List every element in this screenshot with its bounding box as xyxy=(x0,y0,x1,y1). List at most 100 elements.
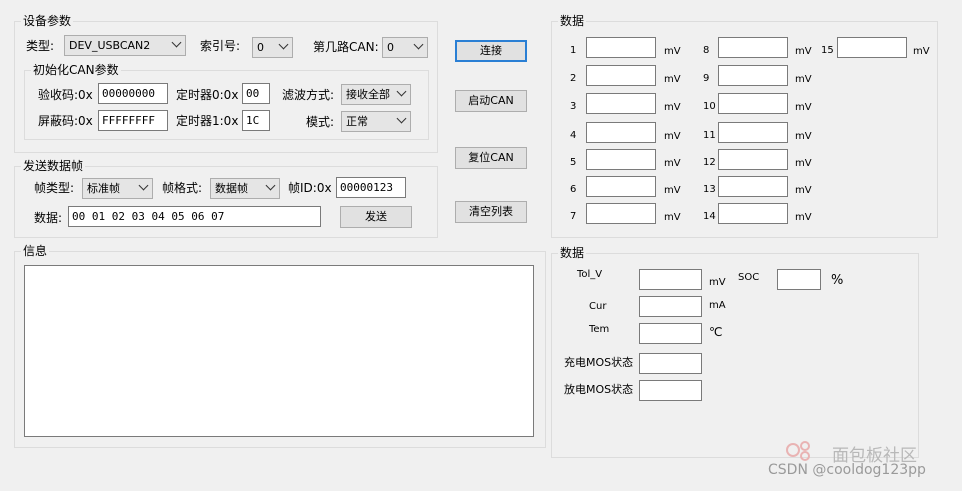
cur-input[interactable] xyxy=(639,296,702,317)
cell-3-voltage-input[interactable] xyxy=(586,93,656,114)
cell-7-label: 7 xyxy=(570,211,577,222)
cell-6-voltage-input[interactable] xyxy=(586,176,656,197)
cell-9-unit: mV xyxy=(795,74,812,85)
cell-11-label: 11 xyxy=(703,130,716,141)
cell-4-label: 4 xyxy=(570,130,577,141)
cell-6-label: 6 xyxy=(570,184,577,195)
can-mode-select[interactable]: 正常 xyxy=(341,111,411,132)
connect-button[interactable]: 连接 xyxy=(455,40,527,62)
cell-10-label: 10 xyxy=(703,101,716,112)
cell-14-voltage-input[interactable] xyxy=(718,203,788,224)
cell-4-voltage-input[interactable] xyxy=(586,122,656,143)
type-label: 类型: xyxy=(26,39,55,53)
tol-v-unit: mV xyxy=(709,277,726,288)
soc-unit: % xyxy=(831,273,844,288)
cell-5-unit: mV xyxy=(664,158,681,169)
cur-label: Cur xyxy=(589,301,607,312)
reset-can-button[interactable]: 复位CAN xyxy=(455,147,527,169)
timer1-input[interactable]: 1C xyxy=(242,110,270,131)
cell-voltage-title: 数据 xyxy=(558,14,587,28)
cell-8-label: 8 xyxy=(703,45,710,56)
watermark-logo-icon xyxy=(784,437,818,463)
cell-11-voltage-input[interactable] xyxy=(718,122,788,143)
cell-12-label: 12 xyxy=(703,157,716,168)
tol-v-input[interactable] xyxy=(639,269,702,290)
data-label: 数据: xyxy=(34,211,63,225)
charge-mos-input[interactable] xyxy=(639,353,702,374)
info-title: 信息 xyxy=(21,244,50,258)
cur-unit: mA xyxy=(709,300,726,311)
discharge-mos-label: 放电MOS状态 xyxy=(564,383,634,396)
chevron-down-icon xyxy=(413,39,424,50)
charge-mos-label: 充电MOS状态 xyxy=(564,356,634,369)
cell-9-label: 9 xyxy=(703,73,710,84)
timer1-label: 定时器1:0x xyxy=(176,114,239,128)
cell-5-label: 5 xyxy=(570,157,577,168)
frame-type-value: 标准帧 xyxy=(87,182,120,195)
cell-2-voltage-input[interactable] xyxy=(586,65,656,86)
send-button[interactable]: 发送 xyxy=(340,206,412,228)
cell-15-label: 15 xyxy=(821,45,834,56)
frame-format-value: 数据帧 xyxy=(215,182,248,195)
chevron-down-icon xyxy=(265,180,276,191)
mask-code-input[interactable]: FFFFFFFF xyxy=(98,110,168,131)
cell-11-unit: mV xyxy=(795,131,812,142)
timer0-input[interactable]: 00 xyxy=(242,83,270,104)
can-channel-value: 0 xyxy=(387,41,394,54)
cell-2-unit: mV xyxy=(664,74,681,85)
cell-14-unit: mV xyxy=(795,212,812,223)
frame-format-select[interactable]: 数据帧 xyxy=(210,178,280,199)
watermark-credit: CSDN @cooldog123pp xyxy=(768,462,926,478)
tem-unit: ℃ xyxy=(709,325,723,339)
device-index-select[interactable]: 0 xyxy=(252,37,293,58)
cell-1-voltage-input[interactable] xyxy=(586,37,656,58)
cell-7-voltage-input[interactable] xyxy=(586,203,656,224)
init-can-title: 初始化CAN参数 xyxy=(31,63,121,77)
device-params-title: 设备参数 xyxy=(21,14,74,28)
frame-id-label: 帧ID:0x xyxy=(288,181,332,195)
device-index-value: 0 xyxy=(257,41,264,54)
cell-5-voltage-input[interactable] xyxy=(586,149,656,170)
mode-label: 模式: xyxy=(306,115,335,129)
cell-13-voltage-input[interactable] xyxy=(718,176,788,197)
cell-10-unit: mV xyxy=(795,102,812,113)
send-frame-title: 发送数据帧 xyxy=(21,159,86,173)
clear-list-button[interactable]: 清空列表 xyxy=(455,201,527,223)
cell-9-voltage-input[interactable] xyxy=(718,65,788,86)
can-channel-select[interactable]: 0 xyxy=(382,37,428,58)
cell-15-voltage-input[interactable] xyxy=(837,37,907,58)
cell-10-voltage-input[interactable] xyxy=(718,93,788,114)
frame-data-input[interactable]: 00 01 02 03 04 05 06 07 xyxy=(68,206,321,227)
device-type-select[interactable]: DEV_USBCAN2 xyxy=(64,35,186,56)
device-type-value: DEV_USBCAN2 xyxy=(69,39,151,52)
cell-13-label: 13 xyxy=(703,184,716,195)
acc-code-input[interactable]: 00000000 xyxy=(98,83,168,104)
bms-data-title: 数据 xyxy=(558,246,587,260)
tem-input[interactable] xyxy=(639,323,702,344)
filter-label: 滤波方式: xyxy=(282,88,335,102)
frame-id-input[interactable]: 00000123 xyxy=(336,177,406,198)
cell-15-unit: mV xyxy=(913,46,930,57)
cell-4-unit: mV xyxy=(664,131,681,142)
cell-8-voltage-input[interactable] xyxy=(718,37,788,58)
can-mode-value: 正常 xyxy=(346,115,368,128)
tem-label: Tem xyxy=(589,324,610,335)
acc-code-label: 验收码:0x xyxy=(38,88,93,102)
frame-type-select[interactable]: 标准帧 xyxy=(82,178,153,199)
cell-3-label: 3 xyxy=(570,101,577,112)
cell-1-unit: mV xyxy=(664,46,681,57)
filter-mode-value: 接收全部 xyxy=(346,88,390,101)
cell-12-unit: mV xyxy=(795,158,812,169)
info-listbox[interactable] xyxy=(24,265,534,437)
mask-label: 屏蔽码:0x xyxy=(38,114,93,128)
cell-14-label: 14 xyxy=(703,211,716,222)
timer0-label: 定时器0:0x xyxy=(176,88,239,102)
tol-v-label: Tol_V xyxy=(577,269,603,280)
cell-12-voltage-input[interactable] xyxy=(718,149,788,170)
soc-label: SOC xyxy=(738,272,760,283)
discharge-mos-input[interactable] xyxy=(639,380,702,401)
cell-1-label: 1 xyxy=(570,45,577,56)
filter-mode-select[interactable]: 接收全部 xyxy=(341,84,411,105)
start-can-button[interactable]: 启动CAN xyxy=(455,90,527,112)
soc-input[interactable] xyxy=(777,269,821,290)
